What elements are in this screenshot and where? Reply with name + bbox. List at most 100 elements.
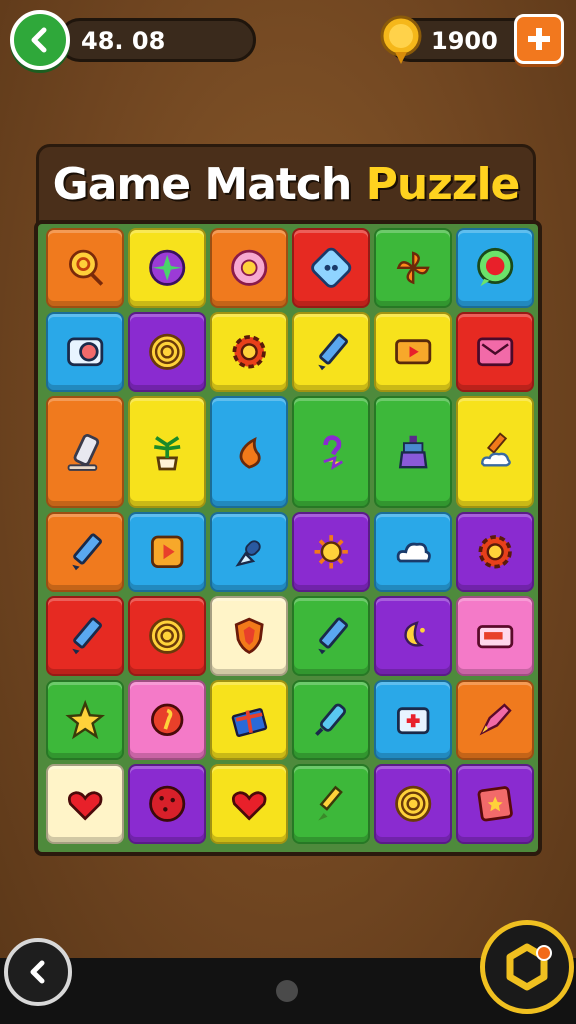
heart-icon <box>231 791 267 821</box>
nav-back-button[interactable] <box>4 938 72 1006</box>
tile-r6-c1[interactable] <box>46 680 124 760</box>
add-coins-button[interactable] <box>514 14 564 64</box>
mail-frame-icon <box>476 337 514 367</box>
heart-icon <box>67 791 103 821</box>
card-icon <box>476 625 514 649</box>
medkit-icon <box>396 707 430 735</box>
flower-icon <box>230 249 268 287</box>
back-button[interactable] <box>10 10 70 70</box>
tile-r3-c6[interactable] <box>456 396 534 508</box>
pencil-icon <box>72 533 102 571</box>
flame-icon <box>239 436 261 469</box>
title-part-2: Puzzle <box>365 159 521 210</box>
tile-r2-c1[interactable] <box>46 312 124 392</box>
tile-r1-c5[interactable] <box>374 228 452 308</box>
tile-r1-c1[interactable] <box>46 228 124 308</box>
star-icon <box>65 700 105 740</box>
coin-icon <box>380 15 422 64</box>
timer-text: 48. 08 <box>81 27 166 55</box>
moon-icon <box>404 621 425 647</box>
coin-count-text: 1900 <box>431 27 498 55</box>
arrow-left-icon <box>31 27 47 53</box>
question-icon <box>323 434 343 470</box>
timer-display: 48. 08 <box>58 18 256 62</box>
gear-icon <box>478 535 512 569</box>
sun-icon <box>314 535 348 569</box>
tile-r6-c5[interactable] <box>374 680 452 760</box>
tile-r1-c6[interactable] <box>456 228 534 308</box>
tile-r2-c4[interactable] <box>292 312 370 392</box>
dice-icon <box>310 247 352 289</box>
plus-icon <box>528 28 550 50</box>
pencil-icon <box>318 617 348 655</box>
tile-r7-c4[interactable] <box>292 764 370 844</box>
brush-icon <box>318 785 343 821</box>
lollipop-icon <box>68 249 103 286</box>
chat-ball-icon <box>476 248 514 287</box>
hexagon-power-icon <box>506 943 552 991</box>
syringe-icon <box>314 703 346 737</box>
pinwheel-icon <box>396 251 430 285</box>
tile-r7-c6[interactable] <box>456 764 534 844</box>
pencil-icon <box>318 333 348 371</box>
tile-r4-c1[interactable] <box>46 512 124 592</box>
tile-r5-c4[interactable] <box>292 596 370 676</box>
star-flag-icon <box>477 786 513 822</box>
tile-r4-c4[interactable] <box>292 512 370 592</box>
cloud-icon <box>396 542 431 563</box>
power-button[interactable] <box>480 920 574 1014</box>
tile-r3-c4[interactable] <box>292 396 370 508</box>
tile-r6-c6[interactable] <box>456 680 534 760</box>
tile-r7-c5[interactable] <box>374 764 452 844</box>
tile-r7-c2[interactable] <box>128 764 206 844</box>
game-board <box>34 220 542 856</box>
target-icon <box>394 785 432 823</box>
star-gem-icon <box>148 249 186 287</box>
tile-r1-c2[interactable] <box>128 228 206 308</box>
game-title: Game Match Puzzle <box>39 159 533 210</box>
tile-r4-c5[interactable] <box>374 512 452 592</box>
tile-r3-c2[interactable] <box>128 396 206 508</box>
tile-r7-c3[interactable] <box>210 764 288 844</box>
tile-r1-c3[interactable] <box>210 228 288 308</box>
plant-icon <box>153 435 181 471</box>
tile-r5-c1[interactable] <box>46 596 124 676</box>
target-icon <box>148 617 186 655</box>
tile-r3-c1[interactable] <box>46 396 124 508</box>
shield-icon <box>234 617 264 655</box>
tile-r4-c3[interactable] <box>210 512 288 592</box>
tile-r1-c4[interactable] <box>292 228 370 308</box>
tile-r3-c5[interactable] <box>374 396 452 508</box>
video-icon <box>394 339 432 365</box>
rocket-icon <box>479 703 512 736</box>
cookie-icon <box>148 785 186 823</box>
chevron-left-icon <box>30 960 45 984</box>
gift-icon <box>231 708 267 738</box>
pencil-cloud-icon <box>480 431 511 467</box>
title-part-1: Game Match <box>52 159 366 210</box>
home-indicator[interactable] <box>276 980 298 1002</box>
tile-r4-c2[interactable] <box>128 512 206 592</box>
pin-icon <box>150 703 184 737</box>
lantern-icon <box>398 435 428 468</box>
play-icon <box>150 535 184 569</box>
tile-r6-c4[interactable] <box>292 680 370 760</box>
tile-r2-c2[interactable] <box>128 312 206 392</box>
tile-r5-c5[interactable] <box>374 596 452 676</box>
tile-r7-c1[interactable] <box>46 764 124 844</box>
tile-r5-c2[interactable] <box>128 596 206 676</box>
tile-r2-c3[interactable] <box>210 312 288 392</box>
tile-r3-c3[interactable] <box>210 396 288 508</box>
tile-r2-c5[interactable] <box>374 312 452 392</box>
camera-icon <box>66 337 104 367</box>
eraser-icon <box>67 433 99 471</box>
tile-r4-c6[interactable] <box>456 512 534 592</box>
tile-r6-c2[interactable] <box>128 680 206 760</box>
pencil-icon <box>72 617 102 655</box>
tile-r5-c3[interactable] <box>210 596 288 676</box>
pacifier-icon <box>235 540 261 567</box>
tile-r6-c3[interactable] <box>210 680 288 760</box>
tile-r5-c6[interactable] <box>456 596 534 676</box>
target-icon <box>148 333 186 371</box>
tile-r2-c6[interactable] <box>456 312 534 392</box>
